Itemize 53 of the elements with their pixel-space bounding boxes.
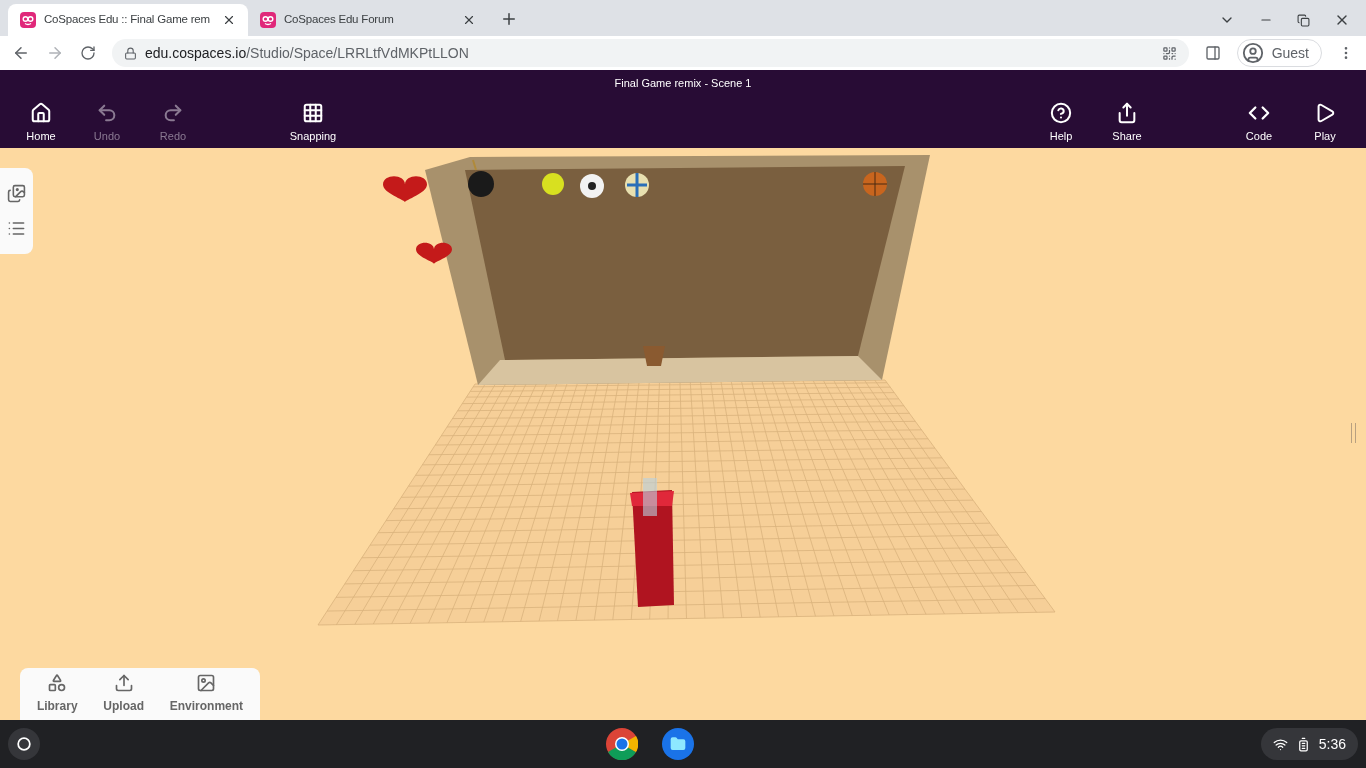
side-panel-icon[interactable]	[1204, 45, 1221, 61]
heart-drawing	[383, 176, 427, 203]
tab-title: CoSpaces Edu :: Final Game rem	[44, 12, 211, 28]
toolbar-button[interactable]: Share	[1094, 101, 1160, 144]
restore-icon[interactable]	[1297, 13, 1310, 27]
bomb-drawing	[468, 159, 494, 197]
wifi-icon	[1272, 736, 1288, 752]
upload-icon	[113, 673, 134, 693]
list-icon[interactable]	[7, 219, 26, 238]
app-logo-icon	[20, 12, 36, 28]
browser-tab[interactable]: CoSpaces Edu Forum	[248, 4, 488, 36]
panel-button[interactable]: Library	[36, 673, 78, 715]
volleyball-drawing	[625, 171, 649, 199]
share-icon	[1116, 101, 1138, 124]
lock-icon	[124, 46, 137, 60]
environment-icon	[196, 673, 217, 693]
library-icon	[47, 673, 68, 693]
avatar-icon	[1241, 42, 1264, 64]
heart-drawing	[416, 242, 452, 264]
home-icon	[30, 101, 52, 124]
close-icon[interactable]	[222, 13, 236, 27]
basketball-drawing	[862, 171, 888, 197]
toolbar-button[interactable]: Code	[1226, 101, 1292, 144]
browser-tab[interactable]: CoSpaces Edu :: Final Game rem	[8, 4, 248, 36]
new-tab-icon[interactable]	[500, 10, 518, 28]
clock-time: 5:36	[1318, 734, 1346, 754]
back-icon[interactable]	[12, 44, 30, 62]
tennis-ball-drawing	[542, 173, 564, 195]
panel-button[interactable]: Upload	[103, 673, 144, 715]
toolbar-button[interactable]: Home	[8, 101, 74, 144]
status-tray[interactable]: 5:36	[1260, 728, 1358, 760]
tab-title: CoSpaces Edu Forum	[284, 12, 395, 28]
toolbar-button[interactable]: Help	[1028, 101, 1094, 144]
resize-handle[interactable]	[1351, 423, 1356, 443]
reload-icon[interactable]	[80, 45, 96, 61]
address-bar[interactable]: edu.cospaces.io/Studio/Space/LRRLtfVdMKPtLLON	[112, 39, 1189, 67]
toolbar-button[interactable]: Snapping	[280, 101, 346, 144]
files-app-icon[interactable]	[662, 728, 695, 760]
launcher-icon	[17, 737, 31, 751]
url-text: edu.cospaces.io/Studio/Space/LRRLtfVdMKPtLLON	[145, 43, 470, 63]
soccer-ball-drawing	[580, 174, 604, 198]
gallery-icon[interactable]	[7, 184, 26, 203]
snapping-icon	[302, 101, 324, 124]
help-icon	[1050, 101, 1072, 124]
browser-app-icon[interactable]	[606, 728, 639, 760]
panel-button[interactable]: Environment	[169, 673, 244, 715]
close-icon[interactable]	[462, 13, 476, 27]
toolbar-button[interactable]: Play	[1292, 101, 1358, 144]
app-logo-icon	[260, 12, 276, 28]
launcher-button[interactable]	[8, 728, 40, 760]
qr-code-icon[interactable]	[1161, 45, 1177, 61]
scene-title: Final Game remix - Scene 1	[613, 76, 753, 91]
bucket-drawing	[643, 346, 665, 366]
